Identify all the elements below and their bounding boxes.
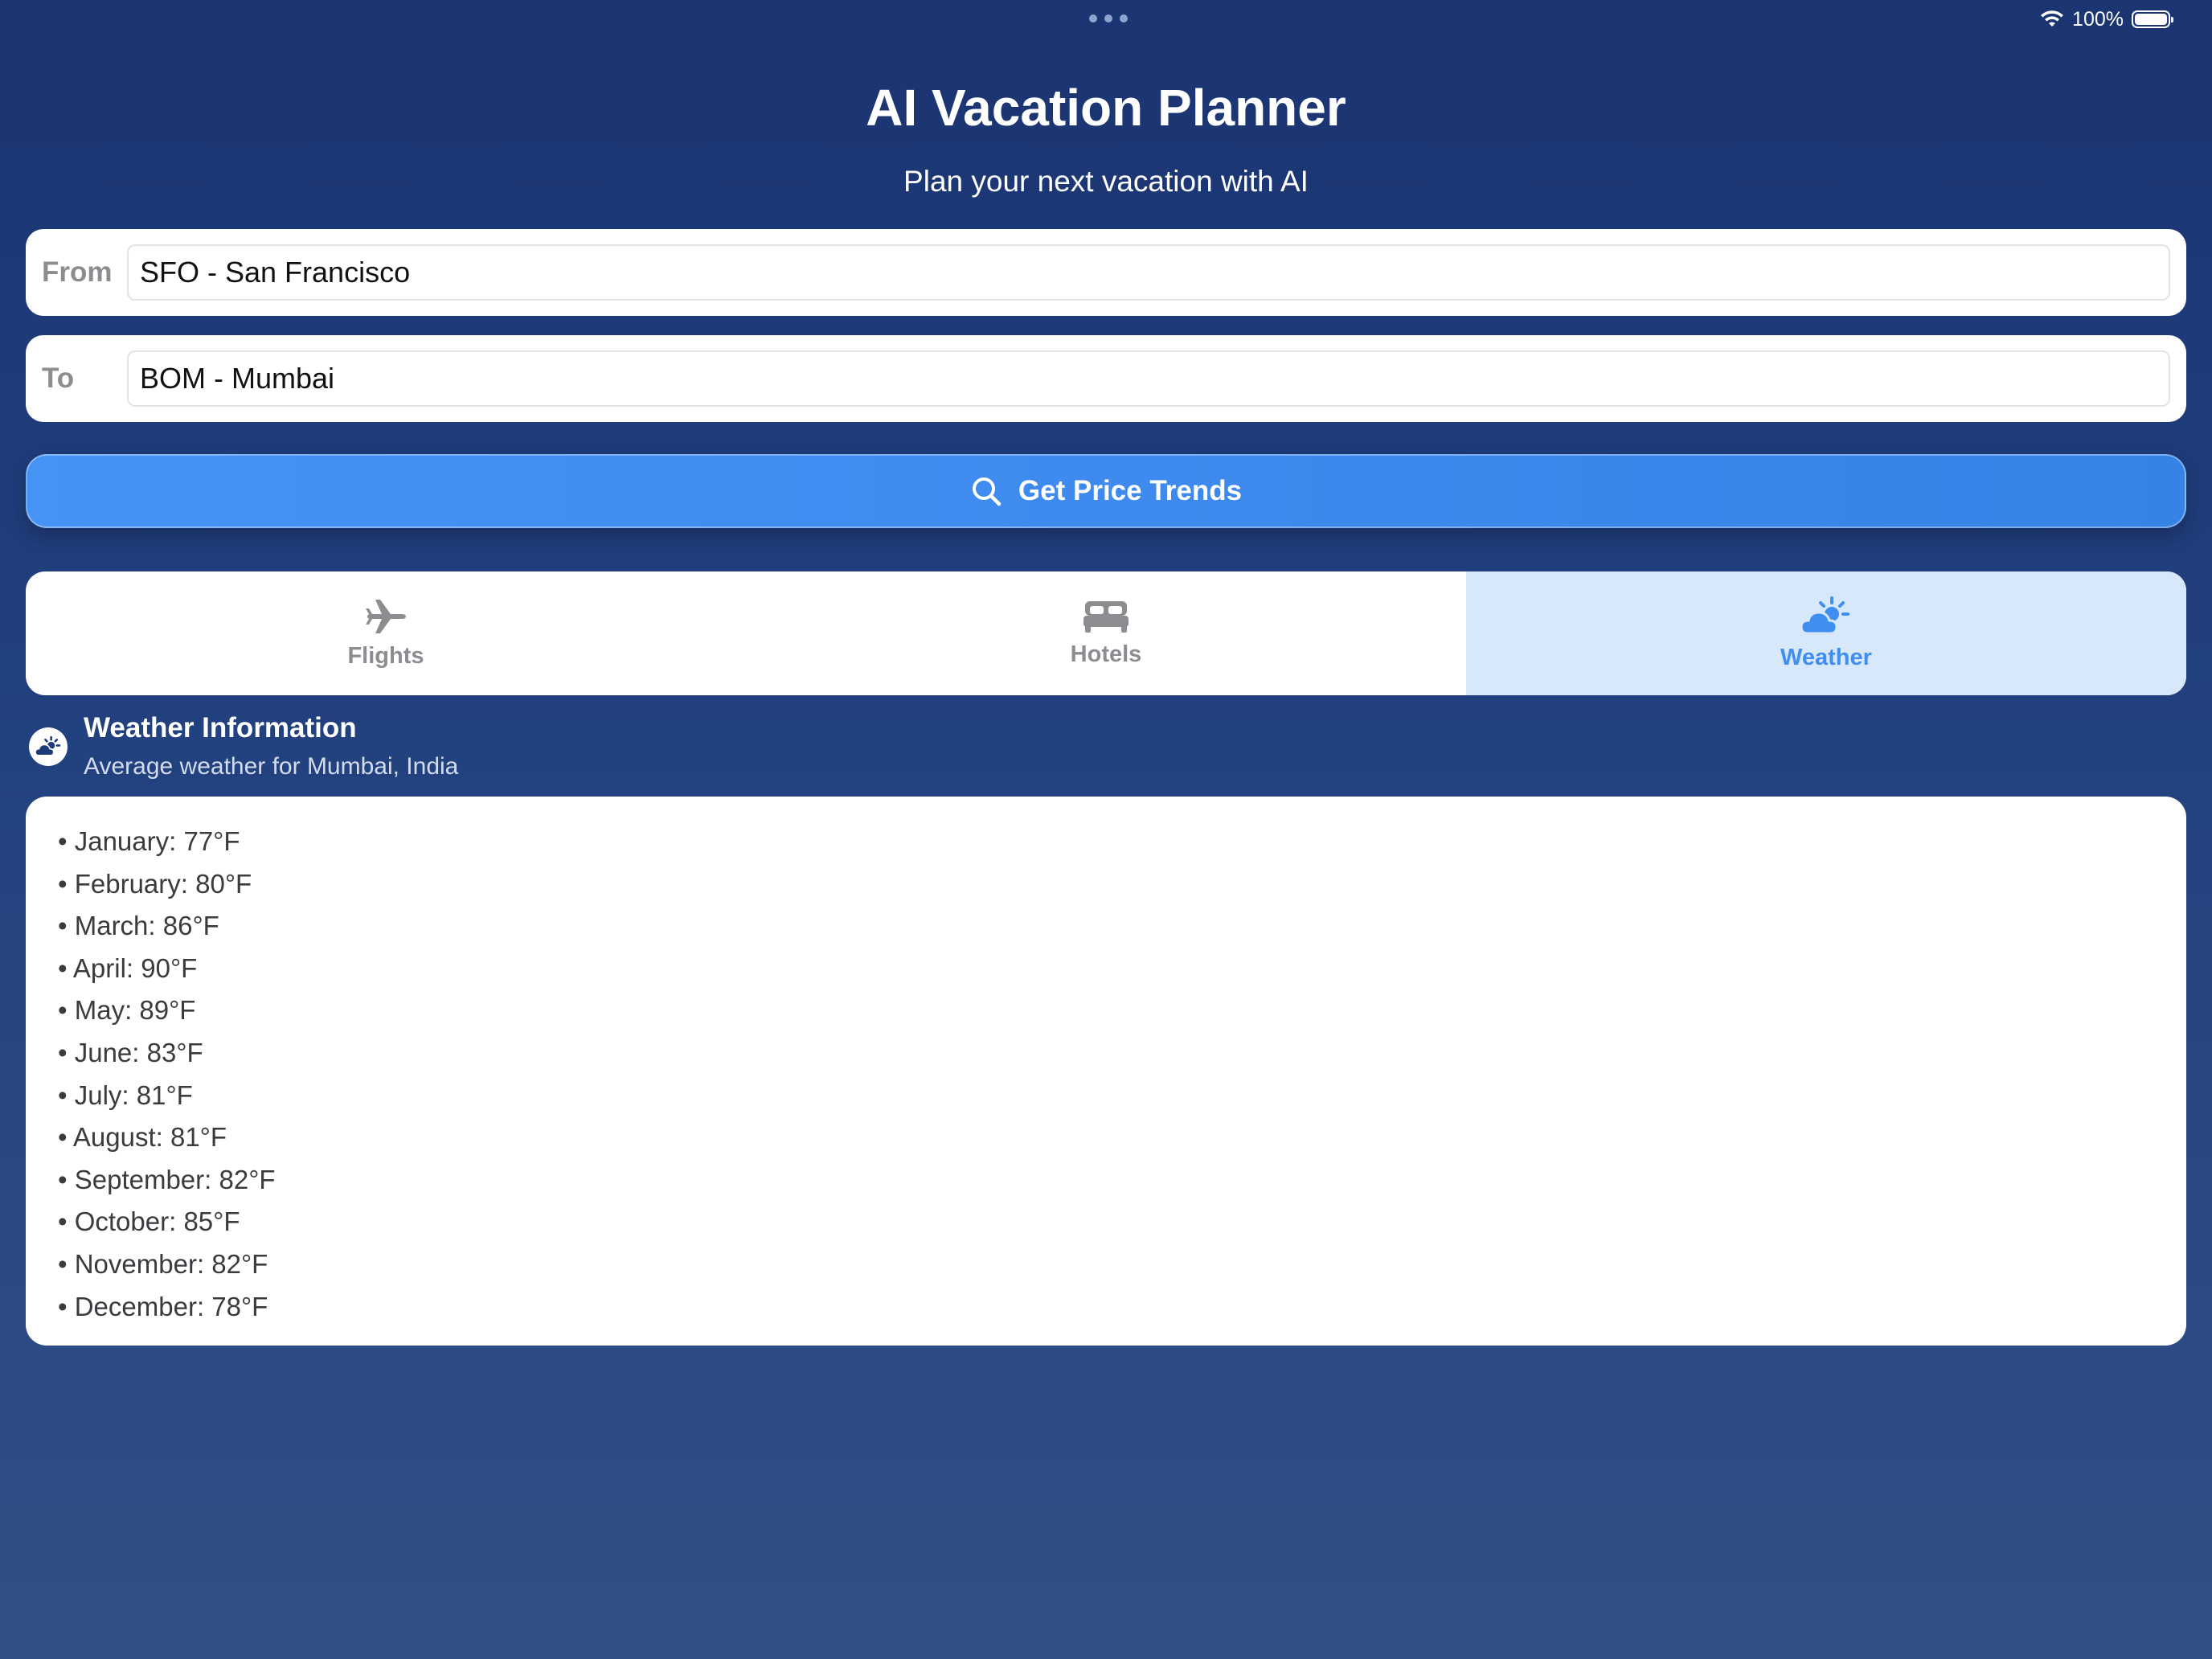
from-input[interactable] xyxy=(127,244,2170,301)
bed-icon xyxy=(1083,600,1129,633)
list-item: • May: 89°F xyxy=(58,995,196,1026)
list-item: • March: 86°F xyxy=(58,911,219,941)
page-subtitle: Plan your next vacation with AI xyxy=(903,165,1309,198)
list-item: • October: 85°F xyxy=(58,1206,240,1237)
to-input[interactable] xyxy=(127,350,2170,407)
list-item: • June: 83°F xyxy=(58,1037,203,1067)
dot xyxy=(1104,14,1112,23)
status-bar: 100% xyxy=(2040,6,2173,32)
battery-icon xyxy=(2132,10,2173,28)
tab-weather[interactable]: Weather xyxy=(1466,571,2186,695)
from-label: From xyxy=(42,256,113,288)
partly-cloudy-icon xyxy=(35,735,61,756)
list-item: • November: 82°F xyxy=(58,1248,268,1279)
weather-list: • January: 77°F • February: 80°F • March… xyxy=(58,821,2186,1328)
to-label: To xyxy=(42,363,75,394)
get-price-trends-button[interactable]: Get Price Trends xyxy=(26,454,2186,528)
list-item: • February: 80°F xyxy=(58,868,252,899)
list-item: • August: 81°F xyxy=(58,1122,227,1153)
weather-section-icon xyxy=(29,727,68,766)
tab-flights[interactable]: Flights xyxy=(26,571,746,695)
dot xyxy=(1089,14,1097,23)
tab-weather-label: Weather xyxy=(1780,644,1872,670)
page-title: AI Vacation Planner xyxy=(866,79,1346,137)
weather-section-subtitle: Average weather for Mumbai, India xyxy=(84,753,459,780)
tab-bar: Flights Hotels Weather xyxy=(26,571,2186,695)
wifi-icon xyxy=(2041,10,2064,27)
from-field-card: From xyxy=(26,229,2186,316)
tab-hotels-label: Hotels xyxy=(1070,641,1142,667)
list-item: • January: 77°F xyxy=(58,826,240,856)
tab-flights-label: Flights xyxy=(347,642,424,669)
airplane-icon xyxy=(366,599,406,633)
weather-card: • January: 77°F • February: 80°F • March… xyxy=(26,797,2186,1346)
battery-percentage: 100% xyxy=(2072,7,2124,31)
list-item: • September: 82°F xyxy=(58,1164,276,1194)
search-icon xyxy=(972,477,1002,506)
tab-hotels[interactable]: Hotels xyxy=(746,571,1466,695)
to-field-card: To xyxy=(26,335,2186,422)
list-item: • July: 81°F xyxy=(58,1079,193,1110)
list-item: • December: 78°F xyxy=(58,1291,268,1321)
get-price-trends-label: Get Price Trends xyxy=(1018,475,1243,506)
weather-section-title: Weather Information xyxy=(84,712,357,743)
multitasking-dots[interactable] xyxy=(1089,14,1128,23)
list-item: • April: 90°F xyxy=(58,952,198,983)
dot xyxy=(1120,14,1128,23)
partly-cloudy-icon xyxy=(1800,596,1849,634)
